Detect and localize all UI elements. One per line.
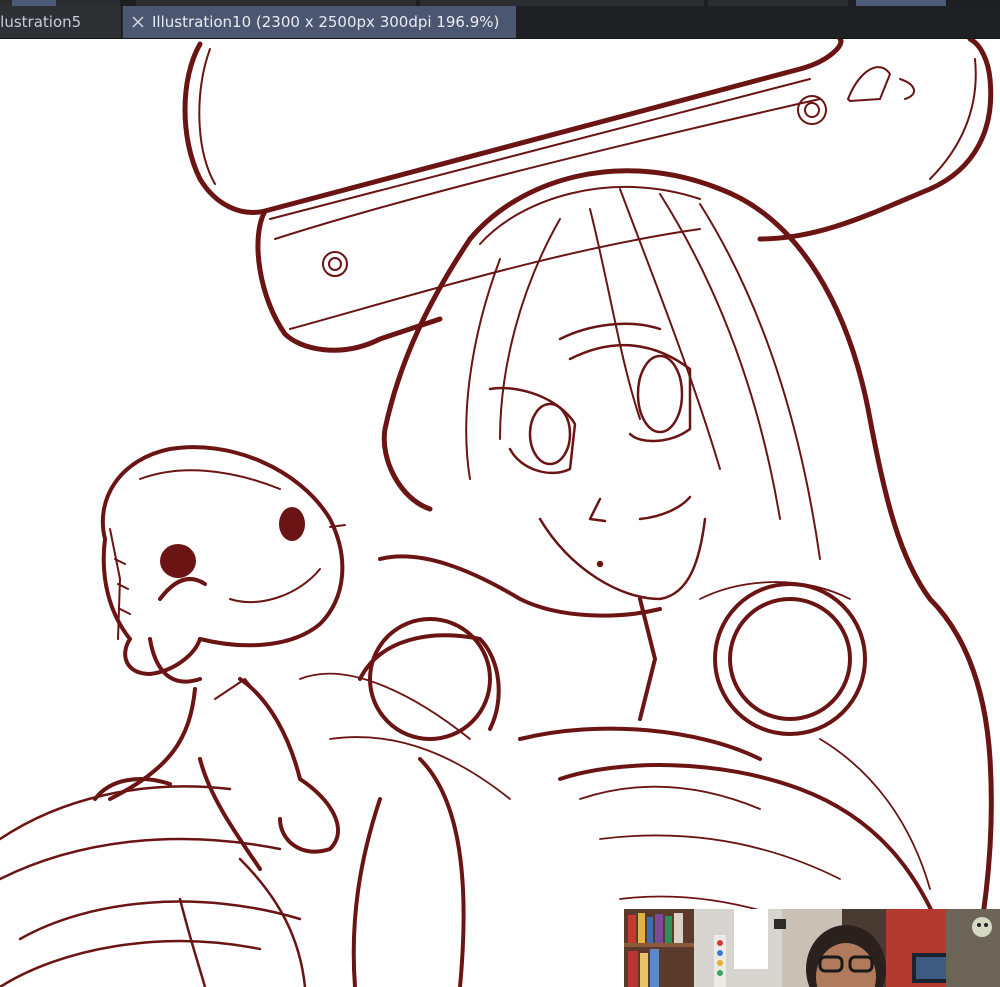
document-tab-bar: llustration5 Illustration10 (2300 x 2500… [0, 6, 1000, 39]
sackboy-figure [93, 445, 345, 871]
tab-label: Illustration10 (2300 x 2500px 300dpi 196… [152, 13, 500, 31]
webcam-overlay [624, 909, 1000, 987]
girl-face [488, 322, 707, 601]
sackboy-eyes [160, 507, 305, 578]
background-strokes [0, 785, 307, 987]
drawing-canvas[interactable] [0, 39, 1000, 987]
tab-bar-empty-area [516, 6, 1000, 38]
close-icon[interactable] [131, 15, 145, 29]
webcam-feed [624, 909, 1000, 987]
tab-illustration5[interactable]: llustration5 [0, 6, 122, 38]
hat-brim [182, 39, 994, 353]
tab-label: llustration5 [0, 13, 82, 31]
tab-illustration10[interactable]: Illustration10 (2300 x 2500px 300dpi 196… [123, 6, 516, 38]
sketch-artwork [0, 39, 994, 987]
